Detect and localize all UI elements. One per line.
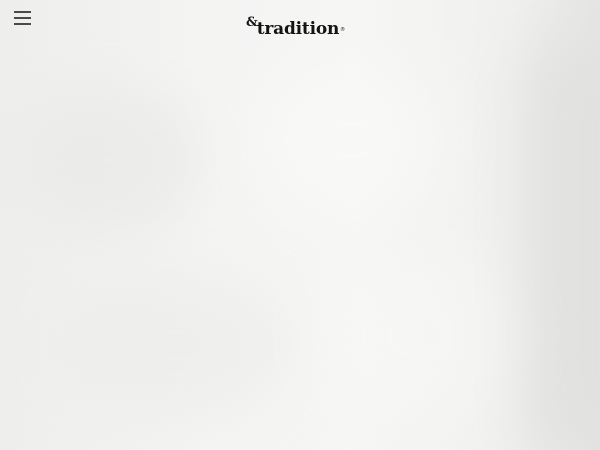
menu-line — [14, 11, 31, 13]
menu-line — [14, 23, 31, 25]
menu-line — [14, 17, 31, 19]
page: & tradition ® — [0, 0, 600, 450]
brand-logo-link[interactable]: & tradition ® — [246, 14, 345, 40]
hamburger-menu-icon[interactable] — [12, 8, 34, 28]
site-header: & tradition ® — [0, 0, 600, 56]
logo-registered-mark: ® — [340, 27, 346, 33]
hero-blur-patch — [60, 270, 300, 420]
hero-blur-patch — [320, 250, 520, 420]
hero-background-image — [0, 0, 600, 450]
hero-blur-patch — [250, 60, 450, 220]
logo-wordmark: tradition — [256, 19, 340, 39]
hero-blur-patch — [520, 40, 600, 450]
hero-blur-patch — [20, 90, 200, 230]
